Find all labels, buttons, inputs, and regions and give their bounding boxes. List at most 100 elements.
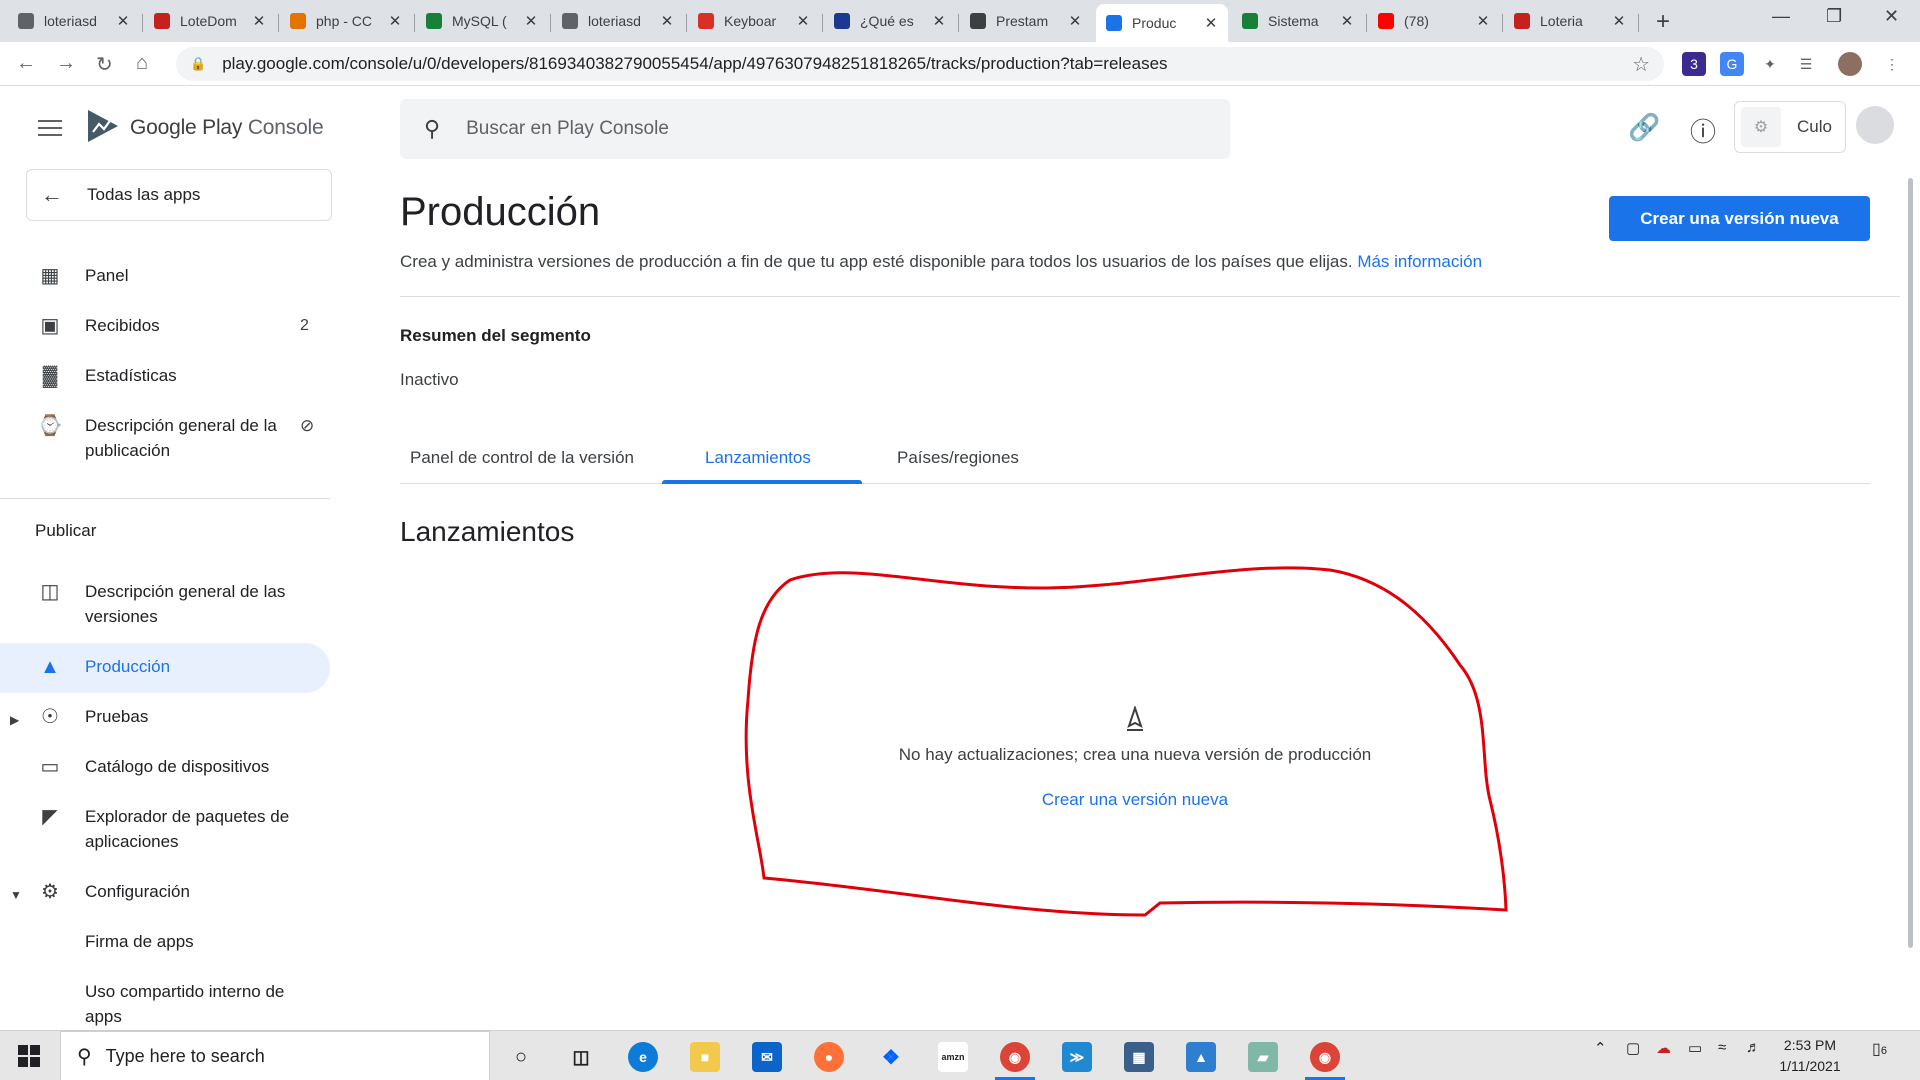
photos-icon[interactable]: ▲ <box>1186 1042 1216 1072</box>
clock-date: 1/11/2021 <box>1779 1058 1841 1074</box>
mysql-workbench-icon[interactable]: ▦ <box>1124 1042 1154 1072</box>
account-avatar[interactable] <box>1856 106 1894 144</box>
all-apps-button[interactable]: ← Todas las apps <box>26 169 332 221</box>
browser-tab[interactable]: ¿Qué es ✕ <box>824 6 956 36</box>
browser-tab-title: Produc <box>1132 15 1177 31</box>
chrome-icon[interactable]: ◉ <box>1000 1042 1030 1072</box>
profile-avatar-icon[interactable] <box>1838 52 1862 76</box>
onedrive-error-icon[interactable]: ☁ <box>1656 1039 1671 1057</box>
reload-icon[interactable]: ↻ <box>96 52 113 77</box>
create-release-link[interactable]: Crear una versión nueva <box>900 790 1370 810</box>
browser-tab[interactable]: Sistema ✕ <box>1232 6 1364 36</box>
close-tab-icon[interactable]: ✕ <box>1476 12 1490 30</box>
wifi-icon[interactable]: ≈ <box>1718 1039 1726 1056</box>
close-tab-icon[interactable]: ✕ <box>1204 14 1218 32</box>
media-control-icon[interactable]: ☰ <box>1794 52 1818 76</box>
tab-separator <box>414 14 415 32</box>
browser-tab[interactable]: LoteDom ✕ <box>144 6 276 36</box>
translate-icon[interactable]: G <box>1720 52 1744 76</box>
extension-badge-icon[interactable]: 3 <box>1682 52 1706 76</box>
back-icon[interactable]: ← <box>16 52 36 75</box>
address-bar[interactable]: 🔒 play.google.com/console/u/0/developers… <box>176 47 1664 81</box>
taskbar-search-input[interactable]: ⚲ Type here to search <box>60 1031 490 1080</box>
close-tab-icon[interactable]: ✕ <box>524 12 538 30</box>
close-tab-icon[interactable]: ✕ <box>116 12 130 30</box>
more-info-link[interactable]: Más información <box>1357 252 1482 271</box>
mail-icon[interactable]: ✉ <box>752 1042 782 1072</box>
new-tab-button[interactable]: + <box>1656 8 1670 36</box>
tab-separator <box>278 14 279 32</box>
minimize-icon[interactable]: — <box>1772 6 1790 27</box>
close-window-icon[interactable]: ✕ <box>1884 6 1899 27</box>
extensions-puzzle-icon[interactable]: ✦ <box>1758 52 1782 76</box>
browser-tab-title: ¿Qué es <box>860 13 914 29</box>
vscode-icon[interactable]: ≫ <box>1062 1042 1092 1072</box>
document-icon <box>970 13 986 29</box>
notifications-icon[interactable]: ▯6 <box>1872 1039 1887 1059</box>
sidebar-divider <box>0 498 330 499</box>
firefox-icon[interactable]: ● <box>814 1042 844 1072</box>
sidebar-item-label: Descripción general de las versiones <box>85 582 286 626</box>
close-tab-icon[interactable]: ✕ <box>932 12 946 30</box>
notepad-app-icon[interactable]: ▰ <box>1248 1042 1278 1072</box>
collapse-caret-icon[interactable]: ▼ <box>10 883 22 908</box>
browser-tab-title: php - CC <box>316 13 373 29</box>
search-icon: ⚲ <box>424 116 441 141</box>
page-scrollbar[interactable] <box>1908 178 1913 948</box>
close-tab-icon[interactable]: ✕ <box>796 12 810 30</box>
amazon-icon[interactable]: amzn <box>938 1042 968 1072</box>
browser-tab[interactable]: php - CC ✕ <box>280 6 412 36</box>
dropbox-icon[interactable]: ❖ <box>876 1042 906 1072</box>
create-release-button[interactable]: Crear una versión nueva <box>1609 196 1870 241</box>
taskbar-clock[interactable]: 2:53 PM 1/11/2021 <box>1770 1035 1850 1077</box>
browser-tab[interactable]: loteriasd ✕ <box>8 6 140 36</box>
restore-icon[interactable]: ❐ <box>1826 6 1842 27</box>
release-tabs: Panel de control de la versión Lanzamien… <box>400 440 1870 484</box>
bar-chart-icon: ▓ <box>42 364 58 387</box>
developer-account-switcher[interactable]: ⚙ Culo <box>1734 101 1846 153</box>
tab-releases[interactable]: Lanzamientos <box>705 448 811 468</box>
search-placeholder: Buscar en Play Console <box>466 118 669 139</box>
link-icon[interactable]: 🔗 <box>1628 112 1660 143</box>
cortana-icon[interactable]: ○ <box>506 1042 536 1072</box>
windows-start-icon[interactable] <box>18 1045 40 1067</box>
volume-icon[interactable]: ♬ <box>1746 1039 1761 1056</box>
tab-release-dashboard[interactable]: Panel de control de la versión <box>410 448 634 468</box>
file-explorer-icon[interactable]: ■ <box>690 1042 720 1072</box>
close-tab-icon[interactable]: ✕ <box>1612 12 1626 30</box>
tab-countries-regions[interactable]: Países/regiones <box>897 448 1019 468</box>
browser-tab[interactable]: MySQL (✕ <box>416 6 548 36</box>
expand-caret-icon[interactable]: ▶ <box>10 708 19 733</box>
help-icon[interactable]: ⓘ <box>1690 112 1716 149</box>
browser-tab[interactable]: Produc ✕ <box>1096 4 1228 42</box>
browser-tab[interactable]: (78) ✕ <box>1368 6 1500 36</box>
rocket-icon: ▲ <box>40 655 60 678</box>
youtube-icon <box>1378 13 1394 29</box>
paypal-icon <box>834 13 850 29</box>
tab-separator <box>822 14 823 32</box>
meet-now-icon[interactable]: ▢ <box>1626 1039 1640 1057</box>
console-search-input[interactable]: ⚲ Buscar en Play Console <box>400 99 1230 159</box>
browser-tab[interactable]: Keyboar ✕ <box>688 6 820 36</box>
section-title: Lanzamientos <box>400 516 575 547</box>
browser-menu-icon[interactable]: ⋮ <box>1880 52 1904 76</box>
tab-separator <box>958 14 959 32</box>
edge-icon[interactable]: e <box>628 1042 658 1072</box>
close-tab-icon[interactable]: ✕ <box>252 12 266 30</box>
close-tab-icon[interactable]: ✕ <box>388 12 402 30</box>
menu-icon[interactable] <box>38 120 62 138</box>
sidebar-item-label: Catálogo de dispositivos <box>85 757 270 776</box>
chrome-icon[interactable]: ◉ <box>1310 1042 1340 1072</box>
browser-tab[interactable]: Prestam ✕ <box>960 6 1092 36</box>
battery-icon[interactable]: ▭ <box>1688 1039 1702 1057</box>
home-icon[interactable]: ⌂ <box>136 52 148 75</box>
forward-icon[interactable]: → <box>56 52 76 75</box>
tray-overflow-icon[interactable]: ⌃ <box>1594 1039 1607 1057</box>
browser-tab[interactable]: Loteria ✕ <box>1504 6 1636 36</box>
close-tab-icon[interactable]: ✕ <box>1068 12 1082 30</box>
bookmark-star-icon[interactable]: ☆ <box>1632 52 1650 77</box>
close-tab-icon[interactable]: ✕ <box>1340 12 1354 30</box>
close-tab-icon[interactable]: ✕ <box>660 12 674 30</box>
browser-tab[interactable]: loteriasd ✕ <box>552 6 684 36</box>
task-view-icon[interactable]: ◫ <box>566 1042 596 1072</box>
